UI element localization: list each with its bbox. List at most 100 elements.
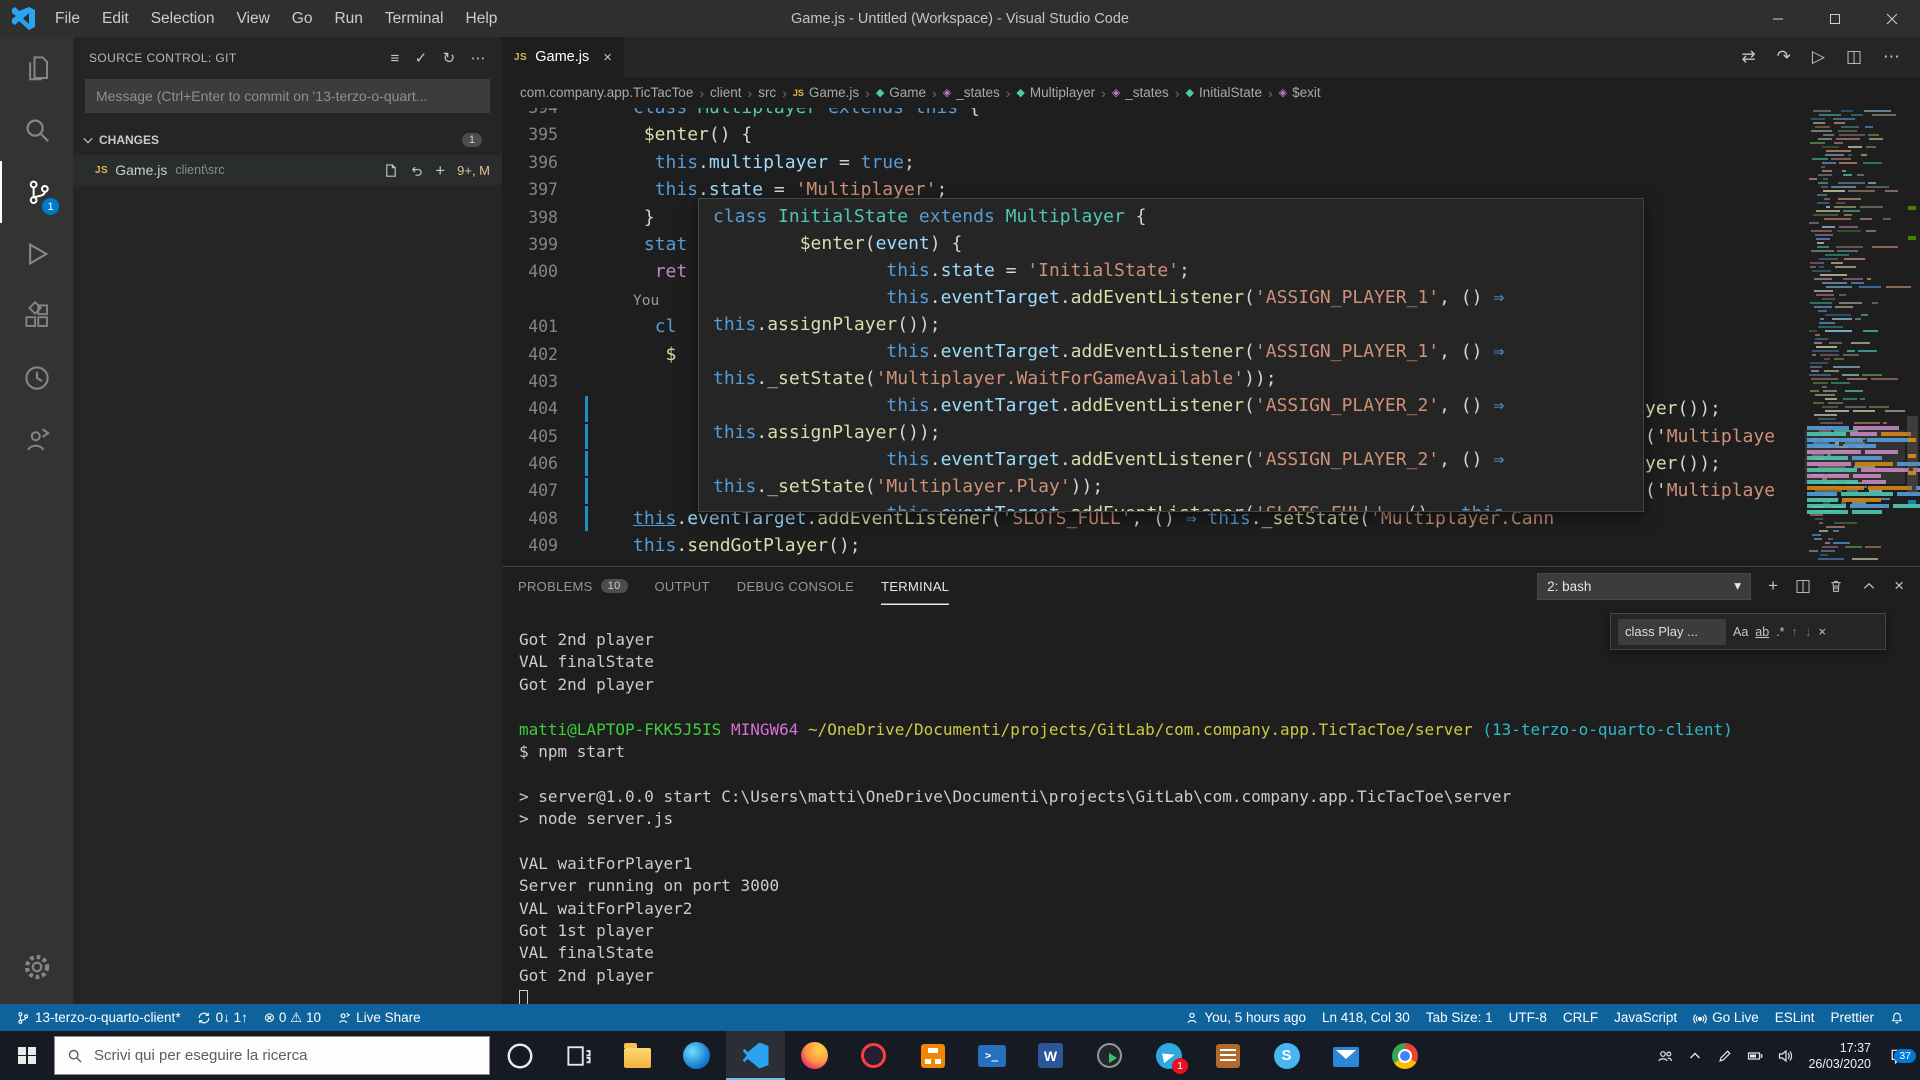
breadcrumb-item--states[interactable]: ◈ _states	[1112, 85, 1169, 100]
find-previous-button[interactable]: ↑	[1792, 624, 1799, 639]
whole-word-toggle[interactable]: ab	[1755, 625, 1769, 639]
close-panel-icon[interactable]: ×	[1894, 576, 1904, 596]
activity-live-share[interactable]	[0, 409, 73, 471]
taskbar-app-drawio[interactable]	[903, 1031, 962, 1080]
open-file-icon[interactable]	[383, 163, 398, 178]
status-cursor-position[interactable]: Ln 418, Col 30	[1314, 1004, 1418, 1031]
status-encoding[interactable]: UTF-8	[1501, 1004, 1555, 1031]
taskbar-app-powershell[interactable]	[962, 1031, 1021, 1080]
status-go-live[interactable]: Go Live	[1685, 1004, 1767, 1031]
taskbar-app-obs[interactable]	[1080, 1031, 1139, 1080]
activity-search[interactable]	[0, 99, 73, 161]
activity-explorer[interactable]	[0, 37, 73, 99]
editor-action-run-file[interactable]: ▷	[1812, 47, 1825, 67]
menu-help[interactable]: Help	[455, 0, 509, 37]
editor-action-open-changes[interactable]: ⇄	[1741, 47, 1755, 67]
breadcrumb-item--states[interactable]: ◈ _states	[943, 85, 1000, 100]
menu-file[interactable]: File	[44, 0, 91, 37]
people-icon[interactable]	[1657, 1048, 1673, 1064]
taskbar-app-firefox[interactable]	[785, 1031, 844, 1080]
taskbar-app-edge[interactable]	[667, 1031, 726, 1080]
find-next-button[interactable]: ↓	[1805, 624, 1812, 639]
close-tab-icon[interactable]: ×	[603, 49, 612, 66]
breadcrumb-item-client[interactable]: client	[710, 85, 742, 100]
terminal[interactable]: Got 2nd player VAL finalState Got 2nd play…	[502, 605, 1920, 1004]
scm-file-row[interactable]: JS Game.js client\src + 9+, M	[73, 155, 502, 185]
tab-game-js[interactable]: JS Game.js ×	[502, 37, 624, 77]
maximize-button[interactable]	[1806, 0, 1863, 37]
taskbar-clock[interactable]: 17:37 26/03/2020	[1808, 1040, 1871, 1072]
chevron-up-icon[interactable]	[1687, 1048, 1703, 1064]
minimize-button[interactable]	[1749, 0, 1806, 37]
menu-edit[interactable]: Edit	[91, 0, 140, 37]
status-prettier[interactable]: Prettier	[1822, 1004, 1882, 1031]
status-git-branch[interactable]: 13-terzo-o-quarto-client*	[8, 1004, 189, 1031]
taskbar-app-file-explorer[interactable]	[608, 1031, 667, 1080]
match-case-toggle[interactable]: Aa	[1733, 625, 1748, 639]
menu-run[interactable]: Run	[323, 0, 373, 37]
activity-run-debug[interactable]	[0, 223, 73, 285]
breadcrumb-item-com-company-app-tictactoe[interactable]: com.company.app.TicTacToe	[520, 85, 693, 100]
breadcrumb-item-game-js[interactable]: JS Game.js	[793, 85, 859, 100]
status-problems[interactable]: ⊗ 0 ⚠ 10	[256, 1004, 329, 1031]
breadcrumb-item-initialstate[interactable]: ◆ InitialState	[1185, 85, 1262, 100]
taskbar-app-chat[interactable]: 1	[1139, 1031, 1198, 1080]
activity-settings[interactable]	[0, 936, 73, 998]
taskbar-app-cortana[interactable]	[490, 1031, 549, 1080]
taskbar-app-opera[interactable]	[844, 1031, 903, 1080]
panel-tab-terminal[interactable]: TERMINAL	[881, 567, 949, 605]
action-center-button[interactable]: 37	[1886, 1047, 1916, 1065]
taskbar-app-skype[interactable]	[1257, 1031, 1316, 1080]
code-editor[interactable]: 394class Multiplayer extends this {395 $…	[502, 108, 1920, 566]
taskbar-app-chrome[interactable]	[1375, 1031, 1434, 1080]
status-eslint[interactable]: ESLint	[1767, 1004, 1823, 1031]
scm-action-view-mode[interactable]: ≡	[391, 50, 400, 67]
taskbar-app-task-view[interactable]	[549, 1031, 608, 1080]
taskbar-search[interactable]: Scrivi qui per eseguire la ricerca	[54, 1036, 490, 1075]
menu-go[interactable]: Go	[281, 0, 324, 37]
activity-extensions[interactable]	[0, 285, 73, 347]
taskbar-app-vscode[interactable]	[726, 1031, 785, 1080]
find-input[interactable]: class Play ...	[1618, 618, 1726, 645]
discard-changes-icon[interactable]	[409, 163, 424, 178]
regex-toggle[interactable]: .*	[1776, 625, 1784, 639]
menu-terminal[interactable]: Terminal	[374, 0, 455, 37]
taskbar-app-word[interactable]	[1021, 1031, 1080, 1080]
scm-action-refresh[interactable]: ↻	[443, 49, 456, 67]
breadcrumb-item-game[interactable]: ◆ Game	[876, 85, 926, 100]
minimap[interactable]	[1805, 108, 1920, 566]
activity-remote-explorer[interactable]	[0, 347, 73, 409]
status-language-mode[interactable]: JavaScript	[1606, 1004, 1685, 1031]
taskbar-app-mail[interactable]	[1316, 1031, 1375, 1080]
panel-tab-problems[interactable]: PROBLEMS 10	[518, 567, 628, 605]
start-button[interactable]	[0, 1031, 54, 1080]
scm-action-more-actions[interactable]: ⋯	[471, 49, 486, 67]
editor-action-split-editor[interactable]: ◫	[1846, 47, 1862, 67]
status-eol[interactable]: CRLF	[1555, 1004, 1606, 1031]
breadcrumb-item--exit[interactable]: ◈ $exit	[1279, 85, 1321, 100]
menu-selection[interactable]: Selection	[140, 0, 226, 37]
volume-icon[interactable]	[1777, 1048, 1793, 1064]
status-sync-changes[interactable]: 0↓ 1↑	[189, 1004, 256, 1031]
changes-section-header[interactable]: CHANGES 1	[73, 125, 502, 155]
battery-icon[interactable]	[1747, 1048, 1763, 1064]
terminal-select[interactable]: 2: bash ▾	[1537, 572, 1752, 600]
split-terminal-icon[interactable]: ◫	[1795, 576, 1811, 596]
scm-action-commit[interactable]: ✓	[415, 49, 428, 67]
activity-source-control[interactable]: 1	[0, 161, 73, 223]
pen-icon[interactable]	[1717, 1048, 1733, 1064]
editor-action-open-preview[interactable]: ↷	[1777, 47, 1791, 67]
kill-terminal-icon[interactable]	[1828, 578, 1844, 594]
new-terminal-icon[interactable]: +	[1768, 576, 1778, 596]
close-find-icon[interactable]: ×	[1819, 624, 1827, 639]
editor-action-more-actions[interactable]: ⋯	[1883, 47, 1900, 67]
maximize-panel-icon[interactable]	[1861, 578, 1877, 594]
status-notifications[interactable]	[1882, 1004, 1912, 1031]
status-blame[interactable]: You, 5 hours ago	[1177, 1004, 1314, 1031]
status-indentation[interactable]: Tab Size: 1	[1418, 1004, 1501, 1031]
panel-tab-output[interactable]: OUTPUT	[655, 567, 710, 605]
breadcrumb-item-src[interactable]: src	[758, 85, 776, 100]
panel-tab-debug-console[interactable]: DEBUG CONSOLE	[737, 567, 854, 605]
status-live-share[interactable]: Live Share	[329, 1004, 429, 1031]
commit-message-input[interactable]	[85, 79, 490, 113]
